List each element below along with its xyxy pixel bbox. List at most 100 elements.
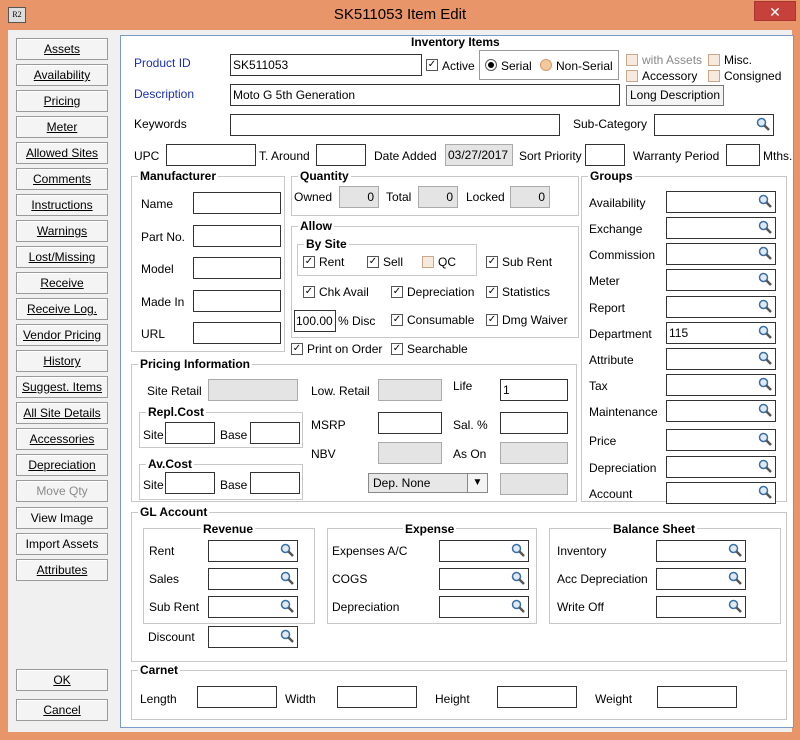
- av-site-field[interactable]: [165, 472, 215, 494]
- mfr-part-no-field[interactable]: [193, 225, 281, 247]
- receive-log-button[interactable]: Receive Log.: [16, 298, 108, 320]
- group-department-field[interactable]: 115: [666, 322, 776, 344]
- sell-checkbox[interactable]: ✓: [367, 256, 379, 268]
- sub-rent-checkbox[interactable]: ✓: [486, 256, 498, 268]
- receive-button[interactable]: Receive: [16, 272, 108, 294]
- search-icon[interactable]: [756, 117, 770, 131]
- import-assets-button[interactable]: Import Assets: [16, 533, 108, 555]
- av-base-field[interactable]: [250, 472, 300, 494]
- search-icon[interactable]: [280, 629, 294, 643]
- group-report-field[interactable]: [666, 296, 776, 318]
- discount-field[interactable]: [208, 626, 298, 648]
- mfr-url-field[interactable]: [193, 322, 281, 344]
- gl-rev-sales-field[interactable]: [208, 568, 298, 590]
- depreciation-method-dropdown[interactable]: Dep. None ▼: [368, 473, 488, 493]
- gl-exp-cogs-field[interactable]: [439, 568, 529, 590]
- sub-category-field[interactable]: [654, 114, 774, 136]
- history-button[interactable]: History: [16, 350, 108, 372]
- long-description-button[interactable]: Long Description: [626, 85, 724, 106]
- view-image-button[interactable]: View Image: [16, 507, 108, 529]
- group-commission-field[interactable]: [666, 243, 776, 265]
- disc-percent-field[interactable]: 100.00: [294, 310, 336, 332]
- consumable-checkbox[interactable]: ✓: [391, 314, 403, 326]
- gl-bal-write-off-field[interactable]: [656, 596, 746, 618]
- search-icon[interactable]: [280, 543, 294, 557]
- group-maintenance-field[interactable]: [666, 400, 776, 422]
- lost-missing-button[interactable]: Lost/Missing: [16, 246, 108, 268]
- repl-site-field[interactable]: [165, 422, 215, 444]
- search-icon[interactable]: [758, 246, 772, 260]
- search-icon[interactable]: [758, 459, 772, 473]
- allowed-sites-button[interactable]: Allowed Sites: [16, 142, 108, 164]
- cancel-button[interactable]: Cancel: [16, 699, 108, 721]
- pricing-button[interactable]: Pricing: [16, 90, 108, 112]
- gl-exp-depreciation-field[interactable]: [439, 596, 529, 618]
- life-field[interactable]: 1: [500, 379, 568, 401]
- close-button[interactable]: ✕: [754, 1, 796, 21]
- searchable-checkbox[interactable]: ✓: [391, 343, 403, 355]
- vendor-pricing-button[interactable]: Vendor Pricing: [16, 324, 108, 346]
- gl-bal-inventory-field[interactable]: [656, 540, 746, 562]
- mfr-model-field[interactable]: [193, 257, 281, 279]
- ok-button[interactable]: OK: [16, 669, 108, 691]
- chk-avail-checkbox[interactable]: ✓: [303, 286, 315, 298]
- weight-field[interactable]: [657, 686, 737, 708]
- chevron-down-icon[interactable]: ▼: [467, 474, 487, 492]
- length-field[interactable]: [197, 686, 277, 708]
- search-icon[interactable]: [280, 571, 294, 585]
- group-tax-field[interactable]: [666, 374, 776, 396]
- search-icon[interactable]: [758, 272, 772, 286]
- search-icon[interactable]: [511, 543, 525, 557]
- gl-rev-rent-field[interactable]: [208, 540, 298, 562]
- assets-button[interactable]: Assets: [16, 38, 108, 60]
- rent-checkbox[interactable]: ✓: [303, 256, 315, 268]
- mfr-name-field[interactable]: [193, 192, 281, 214]
- suggest-items-button[interactable]: Suggest. Items: [16, 376, 108, 398]
- search-icon[interactable]: [758, 485, 772, 499]
- search-icon[interactable]: [511, 571, 525, 585]
- depreciation-checkbox[interactable]: ✓: [391, 286, 403, 298]
- gl-bal-acc-depreciation-field[interactable]: [656, 568, 746, 590]
- accessory-checkbox[interactable]: [626, 70, 638, 82]
- consigned-checkbox[interactable]: [708, 70, 720, 82]
- group-meter-field[interactable]: [666, 269, 776, 291]
- msrp-field[interactable]: [378, 412, 442, 434]
- height-field[interactable]: [497, 686, 577, 708]
- search-icon[interactable]: [758, 325, 772, 339]
- instructions-button[interactable]: Instructions: [16, 194, 108, 216]
- group-account-field[interactable]: [666, 482, 776, 504]
- search-icon[interactable]: [758, 351, 772, 365]
- group-price-field[interactable]: [666, 429, 776, 451]
- dmg-waiver-checkbox[interactable]: ✓: [486, 314, 498, 326]
- availability-button[interactable]: Availability: [16, 64, 108, 86]
- search-icon[interactable]: [758, 299, 772, 313]
- search-icon[interactable]: [728, 543, 742, 557]
- depreciation-button[interactable]: Depreciation: [16, 454, 108, 476]
- comments-button[interactable]: Comments: [16, 168, 108, 190]
- upc-field[interactable]: [166, 144, 256, 166]
- width-field[interactable]: [337, 686, 417, 708]
- gl-rev-sub-rent-field[interactable]: [208, 596, 298, 618]
- sort-priority-field[interactable]: [585, 144, 625, 166]
- search-icon[interactable]: [511, 599, 525, 613]
- meter-button[interactable]: Meter: [16, 116, 108, 138]
- mfr-made-in-field[interactable]: [193, 290, 281, 312]
- group-attribute-field[interactable]: [666, 348, 776, 370]
- turnaround-field[interactable]: [316, 144, 366, 166]
- attributes-button[interactable]: Attributes: [16, 559, 108, 581]
- product-id-field[interactable]: SK511053: [230, 54, 422, 76]
- gl-exp-expenses-a-c-field[interactable]: [439, 540, 529, 562]
- group-depreciation-field[interactable]: [666, 456, 776, 478]
- search-icon[interactable]: [280, 599, 294, 613]
- search-icon[interactable]: [728, 571, 742, 585]
- warnings-button[interactable]: Warnings: [16, 220, 108, 242]
- all-site-details-button[interactable]: All Site Details: [16, 402, 108, 424]
- search-icon[interactable]: [758, 194, 772, 208]
- print-on-order-checkbox[interactable]: ✓: [291, 343, 303, 355]
- group-availability-field[interactable]: [666, 191, 776, 213]
- search-icon[interactable]: [728, 599, 742, 613]
- statistics-checkbox[interactable]: ✓: [486, 286, 498, 298]
- search-icon[interactable]: [758, 403, 772, 417]
- search-icon[interactable]: [758, 377, 772, 391]
- repl-base-field[interactable]: [250, 422, 300, 444]
